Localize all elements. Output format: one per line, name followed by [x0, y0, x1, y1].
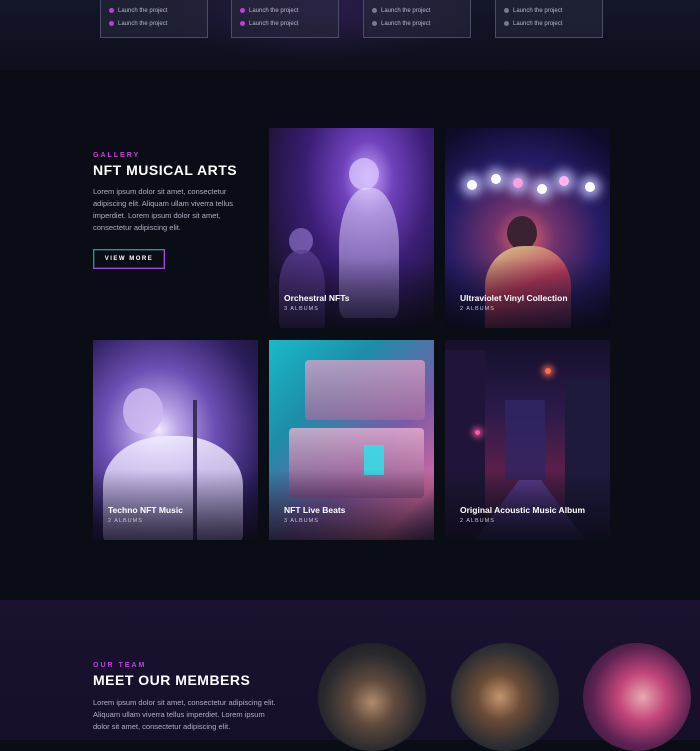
- gallery-item[interactable]: Original Acoustic Music Album 2 ALBUMS: [445, 340, 610, 540]
- plan-card: Launch the project Launch the project: [100, 0, 208, 38]
- gallery-item-caption: Original Acoustic Music Album 2 ALBUMS: [460, 505, 585, 524]
- bullet-icon: [240, 21, 245, 26]
- gallery-item[interactable]: NFT Live Beats 3 ALBUMS: [269, 340, 434, 540]
- audio-equipment: [305, 360, 425, 420]
- performer-image: [349, 158, 379, 190]
- gallery-item[interactable]: Techno NFT Music 2 ALBUMS: [93, 340, 258, 540]
- plan-feature: Launch the project: [240, 4, 330, 17]
- stage-light: [491, 174, 501, 184]
- view-more-button[interactable]: VIEW MORE: [93, 249, 165, 269]
- team-member-avatar[interactable]: [318, 643, 426, 751]
- plan-card: Launch the project Launch the project: [495, 0, 603, 38]
- gallery-item-subtitle: 3 ALBUMS: [284, 306, 319, 312]
- gallery-title: NFT MUSICAL ARTS: [93, 162, 238, 178]
- plan-feature: Launch the project: [109, 4, 199, 17]
- gallery-item-title: Orchestral NFTs: [284, 293, 350, 303]
- plan-feature: Launch the project: [109, 17, 199, 30]
- bullet-icon: [372, 8, 377, 13]
- gallery-item-caption: Ultraviolet Vinyl Collection 2 ALBUMS: [460, 293, 568, 312]
- team-member-avatar[interactable]: [451, 643, 559, 751]
- team-description: Lorem ipsum dolor sit amet, consectetur …: [93, 698, 276, 731]
- gallery-item-caption: Techno NFT Music 2 ALBUMS: [108, 505, 183, 524]
- bullet-icon: [504, 8, 509, 13]
- street-light: [545, 368, 551, 374]
- team-eyebrow: OUR TEAM: [93, 662, 147, 669]
- plan-card: Launch the project Launch the project: [363, 0, 471, 38]
- building: [505, 400, 545, 480]
- plan-feature: Launch the project: [504, 17, 594, 30]
- gallery-item[interactable]: Orchestral NFTs 3 ALBUMS: [269, 128, 434, 328]
- gallery-item-title: Techno NFT Music: [108, 505, 183, 515]
- stage-light: [585, 182, 595, 192]
- gallery-item-subtitle: 2 ALBUMS: [108, 518, 143, 524]
- bullet-icon: [109, 21, 114, 26]
- team-intro: OUR TEAM MEET OUR MEMBERS Lorem ipsum do…: [93, 662, 278, 733]
- plan-feature: Launch the project: [372, 4, 462, 17]
- gallery-item-title: Ultraviolet Vinyl Collection: [460, 293, 568, 303]
- bullet-icon: [109, 8, 114, 13]
- team-member-avatar[interactable]: [583, 643, 691, 751]
- stage-light: [537, 184, 547, 194]
- gallery-item-title: NFT Live Beats: [284, 505, 346, 515]
- bullet-icon: [372, 21, 377, 26]
- plan-feature: Launch the project: [240, 17, 330, 30]
- plan-feature: Launch the project: [504, 4, 594, 17]
- gallery-item-caption: NFT Live Beats 3 ALBUMS: [284, 505, 345, 524]
- gallery-eyebrow: GALLERY: [93, 152, 141, 159]
- bullet-icon: [240, 8, 245, 13]
- gallery-item-subtitle: 3 ALBUMS: [284, 518, 319, 524]
- stage-light: [513, 178, 523, 188]
- performer-image: [123, 388, 163, 434]
- gallery-item-caption: Orchestral NFTs 3 ALBUMS: [284, 293, 350, 312]
- bullet-icon: [504, 21, 509, 26]
- street-light: [475, 430, 480, 435]
- stage-light: [559, 176, 569, 186]
- gallery-description: Lorem ipsum dolor sit amet, consectetur …: [93, 187, 234, 232]
- plan-feature: Launch the project: [372, 17, 462, 30]
- plan-card: Launch the project Launch the project: [231, 0, 339, 38]
- gallery-item-subtitle: 2 ALBUMS: [460, 518, 495, 524]
- gallery-item-subtitle: 2 ALBUMS: [460, 306, 495, 312]
- gallery-intro: GALLERY NFT MUSICAL ARTS Lorem ipsum dol…: [93, 152, 253, 234]
- gallery-item[interactable]: Ultraviolet Vinyl Collection 2 ALBUMS: [445, 128, 610, 328]
- gallery-item-title: Original Acoustic Music Album: [460, 505, 585, 515]
- performer-image: [507, 216, 537, 250]
- team-title: MEET OUR MEMBERS: [93, 672, 251, 688]
- stage-light: [467, 180, 477, 190]
